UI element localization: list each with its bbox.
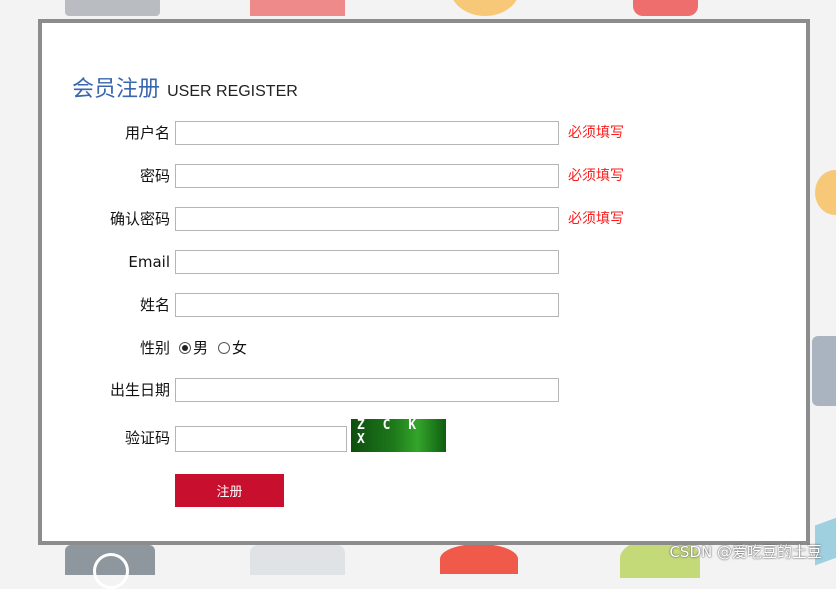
gender-male-radio[interactable] <box>179 341 191 354</box>
username-required-hint: 必须填写 <box>568 125 624 141</box>
captcha-input[interactable] <box>175 426 347 452</box>
bg-decoration-camera <box>65 545 155 589</box>
email-input[interactable] <box>175 250 559 274</box>
register-button[interactable]: 注册 <box>175 474 284 507</box>
password-required-hint: 必须填写 <box>568 168 624 184</box>
title-english: USER REGISTER <box>167 83 298 100</box>
gender-male-label[interactable]: 男 <box>193 339 208 357</box>
birthday-input[interactable] <box>175 378 559 402</box>
username-label: 用户名 <box>124 124 170 142</box>
captcha-image[interactable]: Z C K X <box>351 419 446 452</box>
bg-decoration-circle <box>450 0 520 16</box>
name-input[interactable] <box>175 293 559 317</box>
page-title: 会员注册 USER REGISTER <box>72 71 298 103</box>
name-label: 姓名 <box>139 296 170 314</box>
register-panel: 会员注册 USER REGISTER 用户名 必须填写 密码 必须填写 确认密码… <box>38 19 810 545</box>
username-input[interactable] <box>175 121 559 145</box>
bg-decoration-cup <box>633 0 698 16</box>
gender-options: 男女 <box>179 335 247 361</box>
gender-label: 性别 <box>139 339 170 357</box>
gender-female-label[interactable]: 女 <box>232 339 247 357</box>
title-chinese: 会员注册 <box>72 77 161 102</box>
birthday-label: 出生日期 <box>109 381 170 399</box>
bg-decoration-device <box>65 0 160 16</box>
captcha-code: Z C K X <box>357 418 422 447</box>
bg-decoration-box <box>812 336 836 406</box>
watermark: CSDN @爱吃豆的土豆 <box>669 543 822 561</box>
bg-decoration-gift <box>250 0 345 16</box>
password-input[interactable] <box>175 164 559 188</box>
gender-female-radio[interactable] <box>218 341 231 354</box>
password-label: 密码 <box>139 167 170 185</box>
confirm-password-input[interactable] <box>175 207 559 231</box>
bg-decoration-gamepad <box>250 545 345 575</box>
bg-decoration-fruit <box>815 170 836 215</box>
confirm-password-label: 确认密码 <box>109 210 170 228</box>
captcha-label: 验证码 <box>124 429 170 447</box>
email-label: Email <box>128 253 170 271</box>
confirm-password-required-hint: 必须填写 <box>568 211 624 227</box>
